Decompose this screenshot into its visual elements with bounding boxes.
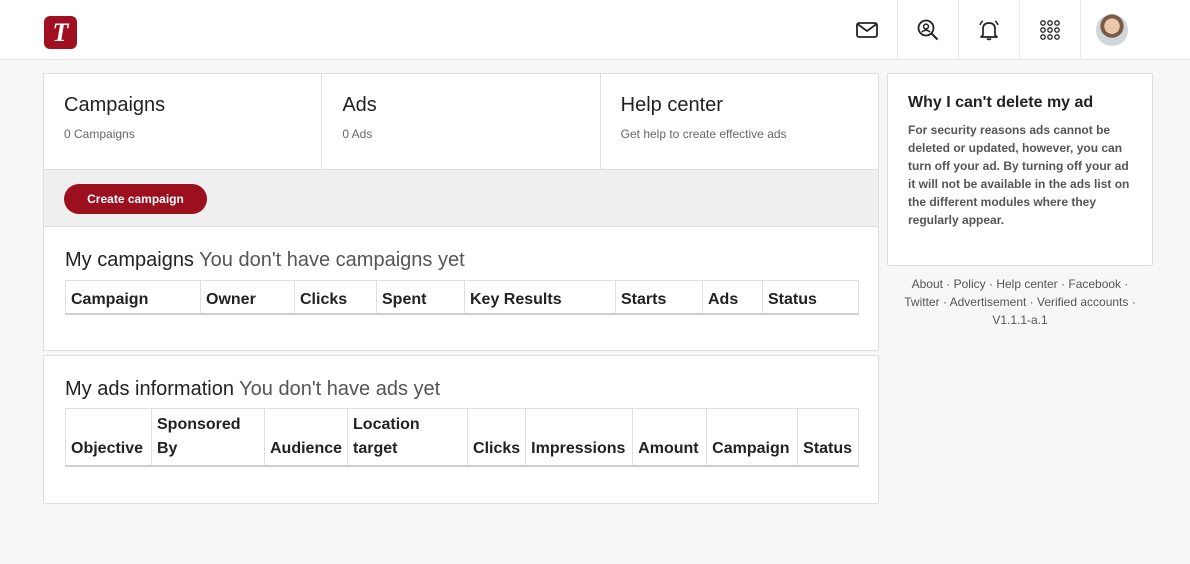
footer-link-policy[interactable]: Policy (954, 277, 986, 291)
column-header[interactable]: Starts (615, 280, 703, 314)
footer-link-verified-accounts[interactable]: Verified accounts (1037, 295, 1128, 309)
stat-subtitle: 0 Ads (342, 127, 373, 141)
sidebar-title: Why I can't delete my ad (908, 94, 1094, 111)
column-header[interactable]: Key Results (464, 280, 616, 314)
stat-campaigns[interactable]: Campaigns 0 Campaigns (44, 74, 323, 169)
column-header[interactable]: Sponsored By (151, 408, 265, 466)
stat-help-center[interactable]: Help center Get help to create effective… (601, 74, 878, 169)
stat-title: Help center (620, 94, 723, 116)
stat-title: Ads (342, 94, 377, 116)
bell-icon[interactable] (959, 0, 1020, 60)
column-header[interactable]: Spent (376, 280, 465, 314)
footer-link-about[interactable]: About (912, 277, 943, 291)
campaigns-heading: My campaigns You don't have campaigns ye… (65, 249, 465, 272)
ads-table: Objective Sponsored By Audience Location… (65, 408, 859, 467)
column-header[interactable]: Ads (702, 280, 763, 314)
column-header[interactable]: Status (763, 281, 859, 314)
search-user-icon[interactable] (898, 0, 959, 60)
footer-link-advertisement[interactable]: Advertisement (950, 295, 1027, 309)
column-header[interactable]: Audience (264, 408, 349, 466)
column-header[interactable]: Campaign (706, 408, 799, 466)
action-bar: Create campaign (44, 170, 878, 227)
top-icons (837, 0, 1142, 60)
column-header[interactable]: Objective (65, 408, 152, 466)
create-campaign-button[interactable]: Create campaign (64, 184, 207, 214)
avatar-button[interactable] (1081, 0, 1142, 60)
ads-title: My ads information (65, 378, 234, 400)
top-bar: T (0, 0, 1190, 60)
column-header[interactable]: Impressions (525, 408, 634, 466)
apps-grid-icon[interactable] (1020, 0, 1081, 60)
footer-link-twitter[interactable]: Twitter (904, 295, 939, 309)
footer-link-facebook[interactable]: Facebook (1068, 277, 1121, 291)
column-header[interactable]: Clicks (294, 280, 377, 314)
my-campaigns-card: My campaigns You don't have campaigns ye… (43, 226, 879, 351)
avatar (1095, 14, 1128, 46)
sidebar-body: For security reasons ads cannot be delet… (908, 123, 1130, 227)
mail-icon[interactable] (837, 0, 898, 60)
stat-subtitle: Get help to create effective ads (620, 127, 787, 141)
info-sidebar: Why I can't delete my ad For security re… (887, 73, 1153, 266)
column-header[interactable]: Amount (632, 408, 708, 466)
column-header[interactable]: Status (798, 409, 859, 466)
stats-card: Campaigns 0 Campaigns Ads 0 Ads Help cen… (43, 73, 879, 227)
column-header[interactable]: Campaign (65, 280, 201, 314)
campaigns-table: Campaign Owner Clicks Spent Key Results … (65, 280, 859, 315)
my-ads-card: My ads information You don't have ads ye… (43, 355, 879, 504)
campaigns-title: My campaigns (65, 249, 194, 271)
stat-subtitle: 0 Campaigns (64, 127, 135, 141)
logo[interactable]: T (44, 16, 77, 49)
footer-link-help-center[interactable]: Help center (996, 277, 1057, 291)
stat-title: Campaigns (64, 94, 166, 116)
column-header[interactable]: Owner (200, 280, 295, 314)
column-header[interactable]: Location target (347, 408, 469, 466)
ads-heading: My ads information You don't have ads ye… (65, 378, 440, 401)
stat-ads[interactable]: Ads 0 Ads (322, 74, 601, 169)
version-label: V1.1.1-a.1 (992, 313, 1048, 327)
campaigns-empty-text: You don't have campaigns yet (199, 249, 465, 271)
column-header[interactable]: Clicks (467, 408, 527, 466)
ads-empty-text: You don't have ads yet (239, 378, 441, 400)
footer: About · Policy · Help center · Facebook … (904, 277, 1136, 327)
